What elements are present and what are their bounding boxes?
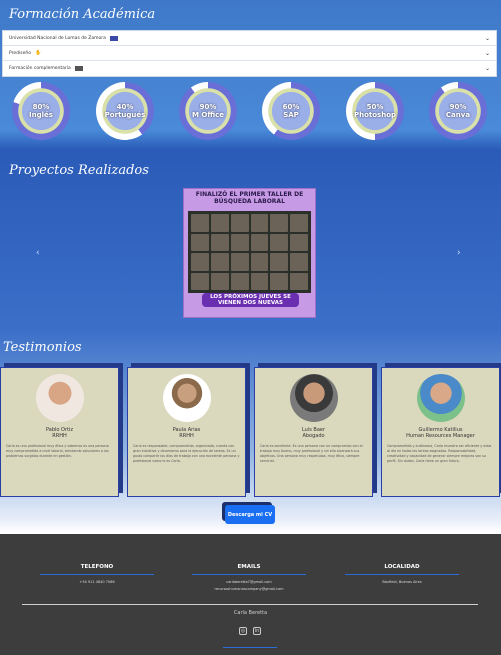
skill-percent: 40% <box>116 103 134 111</box>
accordion-item-prediseno[interactable]: Prediseño ✋ ⌄ <box>3 46 496 61</box>
skill-percent: 90% <box>449 103 467 111</box>
testimonial-quote: Carla es responsable, comprometida, orga… <box>133 444 240 463</box>
github-icon[interactable]: ◎ <box>239 627 247 635</box>
footer-location-value: Banfield, Buenos Aires <box>382 580 422 584</box>
accordion-item-complementaria[interactable]: Formación complementaria ⌄ <box>3 61 496 76</box>
avatar <box>162 374 211 422</box>
carousel-slide: FINALIZÓ EL PRIMER TALLER DE BÚSQUEDA LA… <box>183 188 316 318</box>
avatar <box>289 374 338 422</box>
skill-portuguese: 40% Portugués <box>96 82 154 140</box>
carousel-prev-icon[interactable]: ‹ <box>36 248 40 258</box>
skill-canva: 90% Canva <box>429 82 487 140</box>
skill-name: M Office <box>191 111 225 119</box>
footer-social: ◎ in <box>239 627 261 635</box>
footer-phone: TELEFONO +54 911 4840 7066 <box>40 564 154 586</box>
skill-english: 80% Inglés <box>12 82 70 140</box>
footer-link-underline <box>223 647 277 648</box>
skill-percent: 80% <box>32 103 50 111</box>
skill-name: Photoshop <box>353 111 397 119</box>
skill-percent: 60% <box>282 103 300 111</box>
footer-phone-title: TELEFONO <box>80 564 114 570</box>
computer-icon <box>74 66 83 71</box>
skill-name: SAP <box>283 111 299 119</box>
testimonial-quote: Comprometida y autónoma, Carla muestra s… <box>387 444 492 463</box>
footer-email-2[interactable]: recursoshumanoscompany@gmail.com <box>192 586 306 593</box>
carousel-next-icon[interactable]: › <box>457 248 461 258</box>
testimonial-card: Pablo Ortiz RRHH Carla es una profesiona… <box>0 367 119 497</box>
accordion-item-label: Universidad Nacional de Lomas de Zamora <box>9 35 106 41</box>
flag-icon <box>109 35 118 41</box>
linkedin-icon[interactable]: in <box>253 627 261 635</box>
skill-name: Inglés <box>29 111 53 119</box>
accordion-item-university[interactable]: Universidad Nacional de Lomas de Zamora … <box>3 31 496 46</box>
slide-footer: LOS PRÓXIMOS JUEVES SE VIENEN DOS NUEVAS <box>202 293 299 307</box>
footer-location: LOCALIDAD Banfield, Buenos Aires <box>345 564 459 586</box>
chevron-down-icon: ⌄ <box>484 34 490 42</box>
education-title: Formación Académica <box>9 7 156 22</box>
testimonials-title: Testimonios <box>3 340 82 355</box>
skill-office: 90% M Office <box>179 82 237 140</box>
slide-heading: FINALIZÓ EL PRIMER TALLER DE BÚSQUEDA LA… <box>195 191 304 205</box>
testimonial-card: Luis Baer Abogado Carla es excelente. Es… <box>254 367 373 497</box>
footer-divider <box>22 604 478 605</box>
footer-phone-value: +54 911 4840 7066 <box>79 580 115 584</box>
skill-photoshop: 50% Photoshop <box>346 82 404 140</box>
skill-percent: 50% <box>366 103 384 111</box>
footer-emails: EMAILS carlaberetta7@gmail.com recursosh… <box>192 564 306 593</box>
avatar <box>35 374 84 422</box>
chevron-down-icon: ⌄ <box>484 49 490 57</box>
skill-sap: 60% SAP <box>262 82 320 140</box>
footer-email-1[interactable]: carlaberetta7@gmail.com <box>192 579 306 586</box>
accordion-item-label: Formación complementaria <box>9 66 71 71</box>
footer-location-title: LOCALIDAD <box>384 564 420 570</box>
testimonial-quote: Carla es una profesional muy ética y sab… <box>6 444 109 458</box>
video-call-grid <box>188 211 311 293</box>
education-accordion: Universidad Nacional de Lomas de Zamora … <box>2 30 497 77</box>
footer-owner: Carla Beretta <box>233 610 268 616</box>
hand-icon: ✋ <box>34 50 42 56</box>
skill-name: Portugués <box>104 111 146 119</box>
footer-emails-title: EMAILS <box>237 564 261 570</box>
projects-title: Proyectos Realizados <box>9 163 149 178</box>
skill-name: Canva <box>445 111 471 119</box>
skill-percent: 90% <box>199 103 217 111</box>
download-cv-button[interactable]: Descarga mi CV <box>225 505 275 524</box>
chevron-down-icon: ⌄ <box>484 65 490 72</box>
testimonial-card: Guillermo Katilius Human Resources Manag… <box>381 367 500 497</box>
accordion-item-label: Prediseño <box>9 50 31 56</box>
testimonial-card: Paula Arias RRHH Carla es responsable, c… <box>127 367 246 497</box>
footer: TELEFONO +54 911 4840 7066 EMAILS carlab… <box>0 534 501 655</box>
testimonial-quote: Carla es excelente. Es una persona con u… <box>260 444 363 463</box>
avatar <box>416 374 465 422</box>
